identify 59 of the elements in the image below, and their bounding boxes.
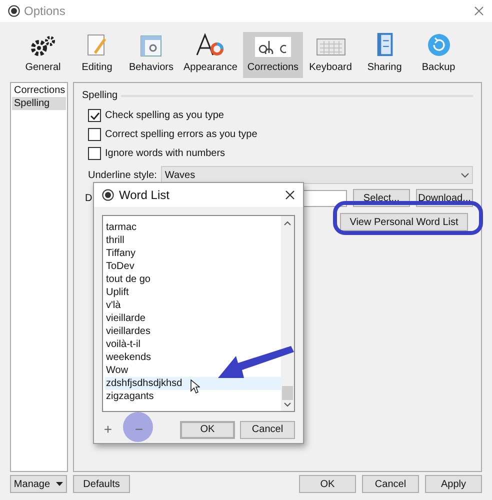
toolbar-tab[interactable]: Backup (412, 32, 465, 78)
caret-icon (56, 482, 64, 486)
manage-button[interactable]: Manage (10, 475, 67, 493)
cancel-button[interactable]: Cancel (240, 420, 295, 438)
word-item[interactable]: vieillarde (105, 312, 146, 325)
gears-icon (30, 35, 56, 57)
word-item[interactable]: zdshfjsdhsdjkhsd (105, 377, 281, 390)
toolbar-tab[interactable]: Editing (71, 32, 123, 78)
word-item[interactable]: zigzagants (105, 390, 155, 403)
ok-button[interactable]: OK (299, 475, 356, 493)
toolbar-tab[interactable]: Keyboard (304, 32, 357, 78)
cursor-icon (190, 379, 200, 394)
app-logo-icon (8, 5, 20, 17)
backup-icon (426, 33, 451, 57)
word-item[interactable]: v'là (105, 299, 122, 312)
defaults-button[interactable]: Defaults (73, 475, 130, 493)
view-word-list-button[interactable]: View Personal Word List (340, 213, 468, 231)
toolbar-tab[interactable]: Sharing (358, 32, 411, 78)
dialog-title: Word List (119, 187, 170, 204)
word-item[interactable]: voilà-t-il (105, 338, 142, 351)
checkbox-label: Check spelling as you type (105, 109, 224, 123)
word-item[interactable]: weekends (105, 351, 152, 364)
field-label: D (85, 192, 92, 206)
checkbox[interactable] (88, 128, 101, 141)
pencil-icon (86, 33, 108, 57)
sidebar-item[interactable]: Spelling (12, 97, 66, 110)
apply-button[interactable]: Apply (425, 475, 482, 493)
toolbar-tab[interactable]: Appearance (179, 32, 242, 78)
word-item[interactable]: vieillardes (105, 325, 152, 338)
window-icon (140, 35, 162, 57)
word-item[interactable]: Wow (105, 364, 130, 377)
checkbox-label: Correct spelling errors as you type (105, 128, 258, 142)
word-item[interactable]: thrill (105, 234, 126, 247)
ok-button[interactable]: OK (180, 420, 235, 438)
section-heading: Spelling (82, 89, 118, 103)
word-item[interactable]: Uplift (105, 286, 130, 299)
field-label: Underline style: (88, 168, 157, 182)
toolbar-tab[interactable]: Corrections (243, 32, 303, 78)
checkbox[interactable] (88, 109, 101, 122)
sidebar-item[interactable]: Corrections (12, 84, 66, 97)
checkbox-label: Ignore words with numbers (105, 147, 226, 161)
toolbar-tab[interactable]: Behaviors (125, 32, 178, 78)
word-item[interactable]: Tiffany (105, 247, 136, 260)
close-icon[interactable] (285, 190, 295, 200)
window-title: Options (24, 3, 66, 20)
toolbar-tab[interactable]: General (17, 32, 69, 78)
word-item[interactable]: tarmac (105, 221, 138, 234)
add-button[interactable]: + (102, 419, 114, 440)
notebook-icon (374, 32, 395, 57)
check-icon (90, 110, 100, 120)
app-logo-icon (102, 189, 114, 201)
underline-style-dropdown[interactable]: Waves (160, 166, 473, 184)
cancel-button[interactable]: Cancel (362, 475, 419, 493)
checkbox[interactable] (88, 147, 101, 160)
font-icon (195, 33, 226, 57)
word-item[interactable]: ToDev (105, 260, 136, 273)
chevron-icon (461, 172, 469, 178)
keyboard-icon (316, 37, 346, 57)
word-item[interactable]: tout de go (105, 273, 152, 286)
